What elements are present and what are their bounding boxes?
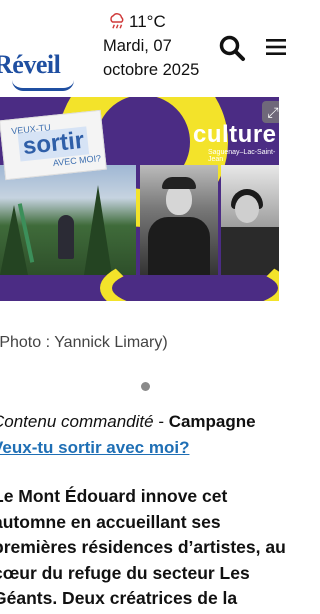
article-line: automne en accueillant ses xyxy=(0,511,221,532)
person-shape xyxy=(58,215,74,259)
sponsor-prefix: Contenu commandité xyxy=(0,412,154,431)
carousel-dot[interactable] xyxy=(141,382,150,391)
article-line: Le Mont Édouard innove cet xyxy=(0,486,228,506)
temperature: 11°C xyxy=(129,12,166,31)
article-body: Le Mont Édouard innove cet automne en ac… xyxy=(0,484,286,612)
logo-swoosh xyxy=(12,80,74,91)
photo-painter-outdoors xyxy=(0,165,136,275)
search-icon[interactable] xyxy=(218,34,246,62)
campaign-link[interactable]: Veux-tu sortir avec moi? xyxy=(0,438,189,458)
logo-text: Réveil xyxy=(0,50,61,79)
date-line-2: octobre 2025 xyxy=(103,61,200,79)
expand-icon[interactable]: ⤢ xyxy=(262,101,279,123)
sponsor-separator: - xyxy=(153,412,169,431)
article-line: Géants. Deux créatrices de la xyxy=(0,588,238,608)
sponsor-label: Campagne xyxy=(168,412,256,431)
culture-region: Saguenay–Lac-Saint-Jean xyxy=(208,149,276,163)
campaign-sticker: VEUX-TU sortir AVEC MOI? xyxy=(0,109,107,181)
portrait-head xyxy=(235,195,259,223)
rain-cloud-icon xyxy=(110,13,124,29)
article-line: premières résidences d’artistes, au xyxy=(0,537,286,557)
site-header: Réveil 11°C Mardi, 07 octobre 2025 xyxy=(0,0,286,96)
portrait-cap xyxy=(162,177,196,189)
sponsor-line: Contenu commandité - Campagne xyxy=(0,412,256,432)
menu-icon[interactable] xyxy=(266,38,286,56)
photo-credit: (Photo : Yannick Limary) xyxy=(0,334,168,351)
weather-widget: 11°C xyxy=(108,12,166,32)
site-logo[interactable]: Réveil xyxy=(0,50,74,91)
hero-image[interactable]: VEUX-TU sortir AVEC MOI? culture Saguena… xyxy=(0,97,279,301)
purple-band xyxy=(0,253,279,301)
tree-shape xyxy=(84,185,112,275)
culture-brand: culture xyxy=(193,121,277,148)
date-line-1: Mardi, 07 xyxy=(103,37,172,55)
article-line: cœur du refuge du secteur Les xyxy=(0,562,250,583)
